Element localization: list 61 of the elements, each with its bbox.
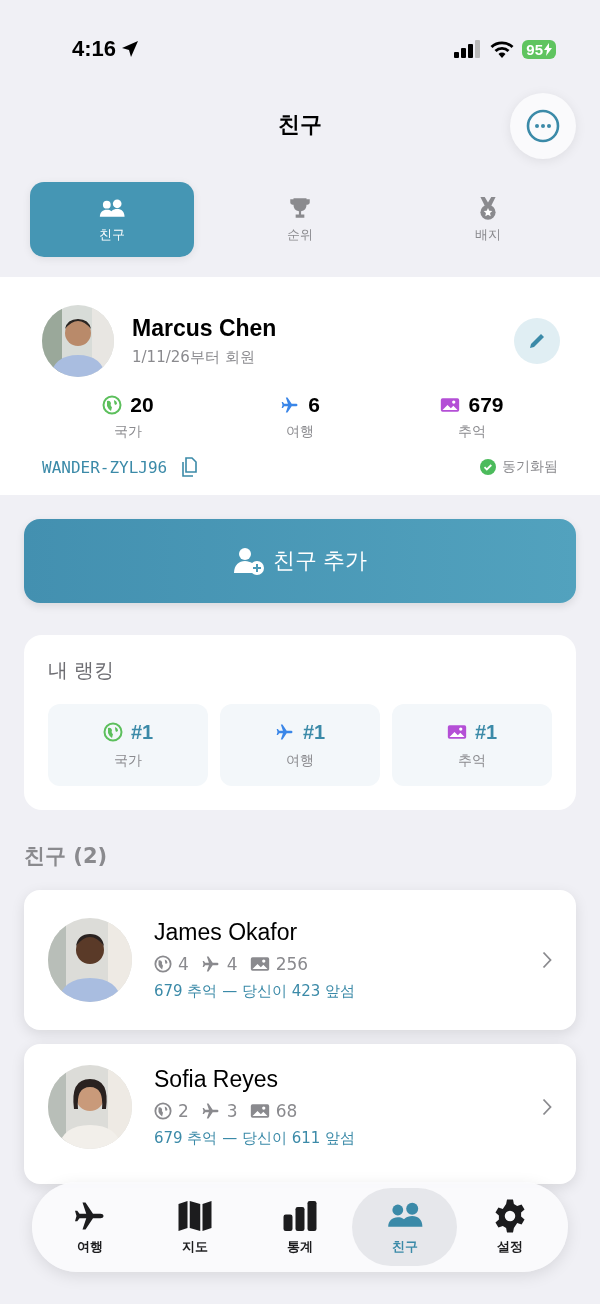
photo-icon — [249, 1101, 270, 1121]
comparison-text: 679 추억 — 당신이 423 앞섬 — [154, 982, 357, 1001]
tab-bar-item[interactable]: 통계 — [247, 1188, 353, 1266]
ranking-title: 내 랭킹 — [48, 657, 116, 684]
rank-label: 추억 — [458, 751, 486, 770]
wifi-icon — [490, 40, 515, 58]
globe-icon — [102, 722, 123, 742]
section-header: 친구 (2) — [24, 843, 108, 870]
friend-name: James Okafor — [154, 919, 299, 946]
stat-value: 20 — [130, 393, 154, 417]
edit-button[interactable] — [514, 318, 560, 364]
stat-value: 679 — [468, 393, 504, 417]
rank-value: #1 — [302, 720, 326, 744]
bar-chart-icon — [282, 1198, 318, 1234]
status-time: 4:16 — [72, 36, 117, 62]
memory-count: 256 — [275, 954, 309, 974]
trip-count: 3 — [226, 1101, 238, 1121]
chevron-right-icon — [542, 951, 552, 969]
member-since: 1/11/26부터 회원 — [132, 348, 256, 367]
tab-bar-item[interactable]: 지도 — [142, 1188, 248, 1266]
country-count: 2 — [178, 1101, 189, 1121]
rank-label: 여행 — [286, 751, 314, 770]
photo-icon — [249, 954, 270, 974]
copy-icon[interactable] — [181, 457, 200, 477]
location-arrow-icon — [120, 39, 141, 59]
profile-name: Marcus Chen — [132, 315, 278, 342]
pencil-icon — [527, 331, 547, 351]
friend-card[interactable]: James Okafor 4 4 256 679 추억 — 당신이 423 앞섬 — [24, 890, 576, 1030]
rank-value: #1 — [130, 720, 154, 744]
battery-indicator: 95 — [522, 39, 556, 59]
stat-value: 6 — [308, 393, 320, 417]
memory-count: 68 — [275, 1101, 298, 1121]
globe-icon — [102, 395, 123, 415]
globe-icon — [154, 1102, 172, 1120]
add-person-icon — [232, 546, 267, 576]
stat-label: 여행 — [286, 423, 314, 441]
airplane-icon — [200, 954, 221, 974]
rank-label: 국가 — [114, 751, 142, 770]
comparison-text: 679 추억 — 당신이 611 앞섬 — [154, 1129, 357, 1148]
airplane-icon — [274, 722, 295, 742]
globe-icon — [154, 955, 172, 973]
checkmark-icon — [480, 459, 496, 475]
page-title: 친구 — [278, 111, 322, 139]
signal-icon — [454, 40, 483, 58]
stat-label: 추억 — [458, 423, 486, 441]
photo-icon — [446, 722, 467, 742]
map-icon — [177, 1198, 214, 1234]
photo-icon — [440, 395, 461, 415]
more-icon — [526, 109, 560, 143]
chevron-right-icon — [542, 1098, 552, 1116]
airplane-icon — [200, 1101, 221, 1121]
friend-code: WANDER-ZYLJ96 — [42, 457, 168, 477]
stat-label: 국가 — [114, 423, 142, 441]
trip-count: 4 — [226, 954, 238, 974]
sync-status: 동기화됨 — [502, 458, 558, 476]
country-count: 4 — [178, 954, 189, 974]
friend-card[interactable]: Sofia Reyes 2 3 68 679 추억 — 당신이 611 앞섬 — [24, 1044, 576, 1184]
rank-value: #1 — [474, 720, 498, 744]
tab-bar-item[interactable]: 여행 — [38, 1188, 143, 1266]
tab-bar-item[interactable]: 설정 — [457, 1188, 562, 1266]
friend-name: Sofia Reyes — [154, 1066, 279, 1093]
